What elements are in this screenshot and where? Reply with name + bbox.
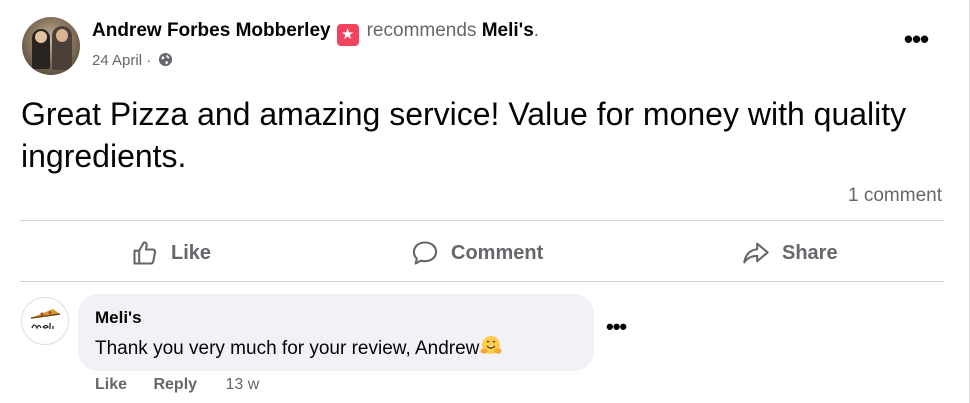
post-date[interactable]: 24 April (92, 52, 142, 69)
globe-icon (159, 52, 173, 67)
comment-label: Comment (451, 241, 544, 264)
share-arrow-icon (743, 242, 769, 264)
author-name[interactable]: Andrew Forbes Mobberley (92, 20, 331, 41)
page-avatar[interactable] (21, 297, 69, 345)
comment-author[interactable]: Meli's (95, 308, 142, 328)
comment-count-link[interactable]: 1 comment (848, 185, 942, 207)
page-name-link[interactable]: Meli's (482, 20, 534, 41)
hugging-face-emoji (480, 336, 502, 354)
comment-more-button[interactable]: ••• (606, 316, 627, 338)
like-thumb-icon (133, 241, 157, 265)
author-avatar[interactable] (22, 17, 80, 75)
comment-text: Thank you very much for your review, And… (95, 334, 503, 360)
post-meta: 24 April · (92, 52, 173, 69)
like-label: Like (171, 241, 212, 264)
comment-bubble-icon (412, 241, 438, 265)
divider (20, 220, 944, 221)
recommends-text: recommends (366, 20, 477, 41)
recommend-star-icon: ★ (336, 24, 359, 46)
meli-logo-icon (30, 309, 61, 330)
share-button[interactable]: Share (742, 233, 838, 273)
comment-button[interactable]: Comment (411, 233, 543, 273)
post-more-button[interactable]: ••• (898, 26, 934, 56)
post-card: Andrew Forbes Mobberley ★ recommends Meli'… (0, 0, 970, 403)
share-label: Share (782, 241, 838, 264)
comment-reply-button[interactable]: Reply (153, 376, 197, 393)
comment-time[interactable]: 13 w (226, 376, 260, 393)
comment-like-button[interactable]: Like (95, 376, 127, 393)
post-text: Great Pizza and amazing service! Value f… (21, 96, 907, 174)
like-button[interactable]: Like (131, 233, 211, 273)
comment-actions: Like Reply 13 w (95, 376, 259, 394)
divider (20, 281, 944, 282)
post-header-line: Andrew Forbes Mobberley ★ recommends Meli'… (92, 20, 539, 46)
